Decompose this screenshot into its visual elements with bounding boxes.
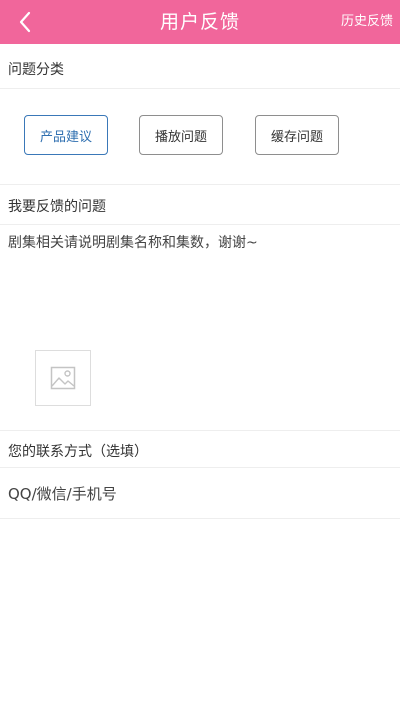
- category-label: 问题分类: [8, 62, 64, 78]
- divider: [0, 518, 400, 519]
- category-button-playback-issue[interactable]: 播放问题: [139, 115, 223, 155]
- category-button-product-suggestion[interactable]: 产品建议: [24, 115, 108, 155]
- image-placeholder-icon: [50, 366, 76, 390]
- app-header: 用户反馈 历史反馈: [0, 0, 400, 44]
- contact-label: 您的联系方式（选填）: [8, 444, 148, 460]
- feedback-label: 我要反馈的问题: [8, 199, 106, 215]
- divider: [0, 224, 400, 225]
- add-image-button[interactable]: [35, 350, 91, 406]
- contact-input[interactable]: QQ/微信/手机号: [8, 477, 392, 511]
- divider: [0, 467, 400, 468]
- feedback-textarea[interactable]: 剧集相关请说明剧集名称和集数，谢谢~: [8, 232, 392, 254]
- divider: [0, 88, 400, 89]
- divider: [0, 430, 400, 431]
- history-feedback-link[interactable]: 历史反馈: [341, 0, 393, 44]
- divider: [0, 184, 400, 185]
- category-button-cache-issue[interactable]: 缓存问题: [255, 115, 339, 155]
